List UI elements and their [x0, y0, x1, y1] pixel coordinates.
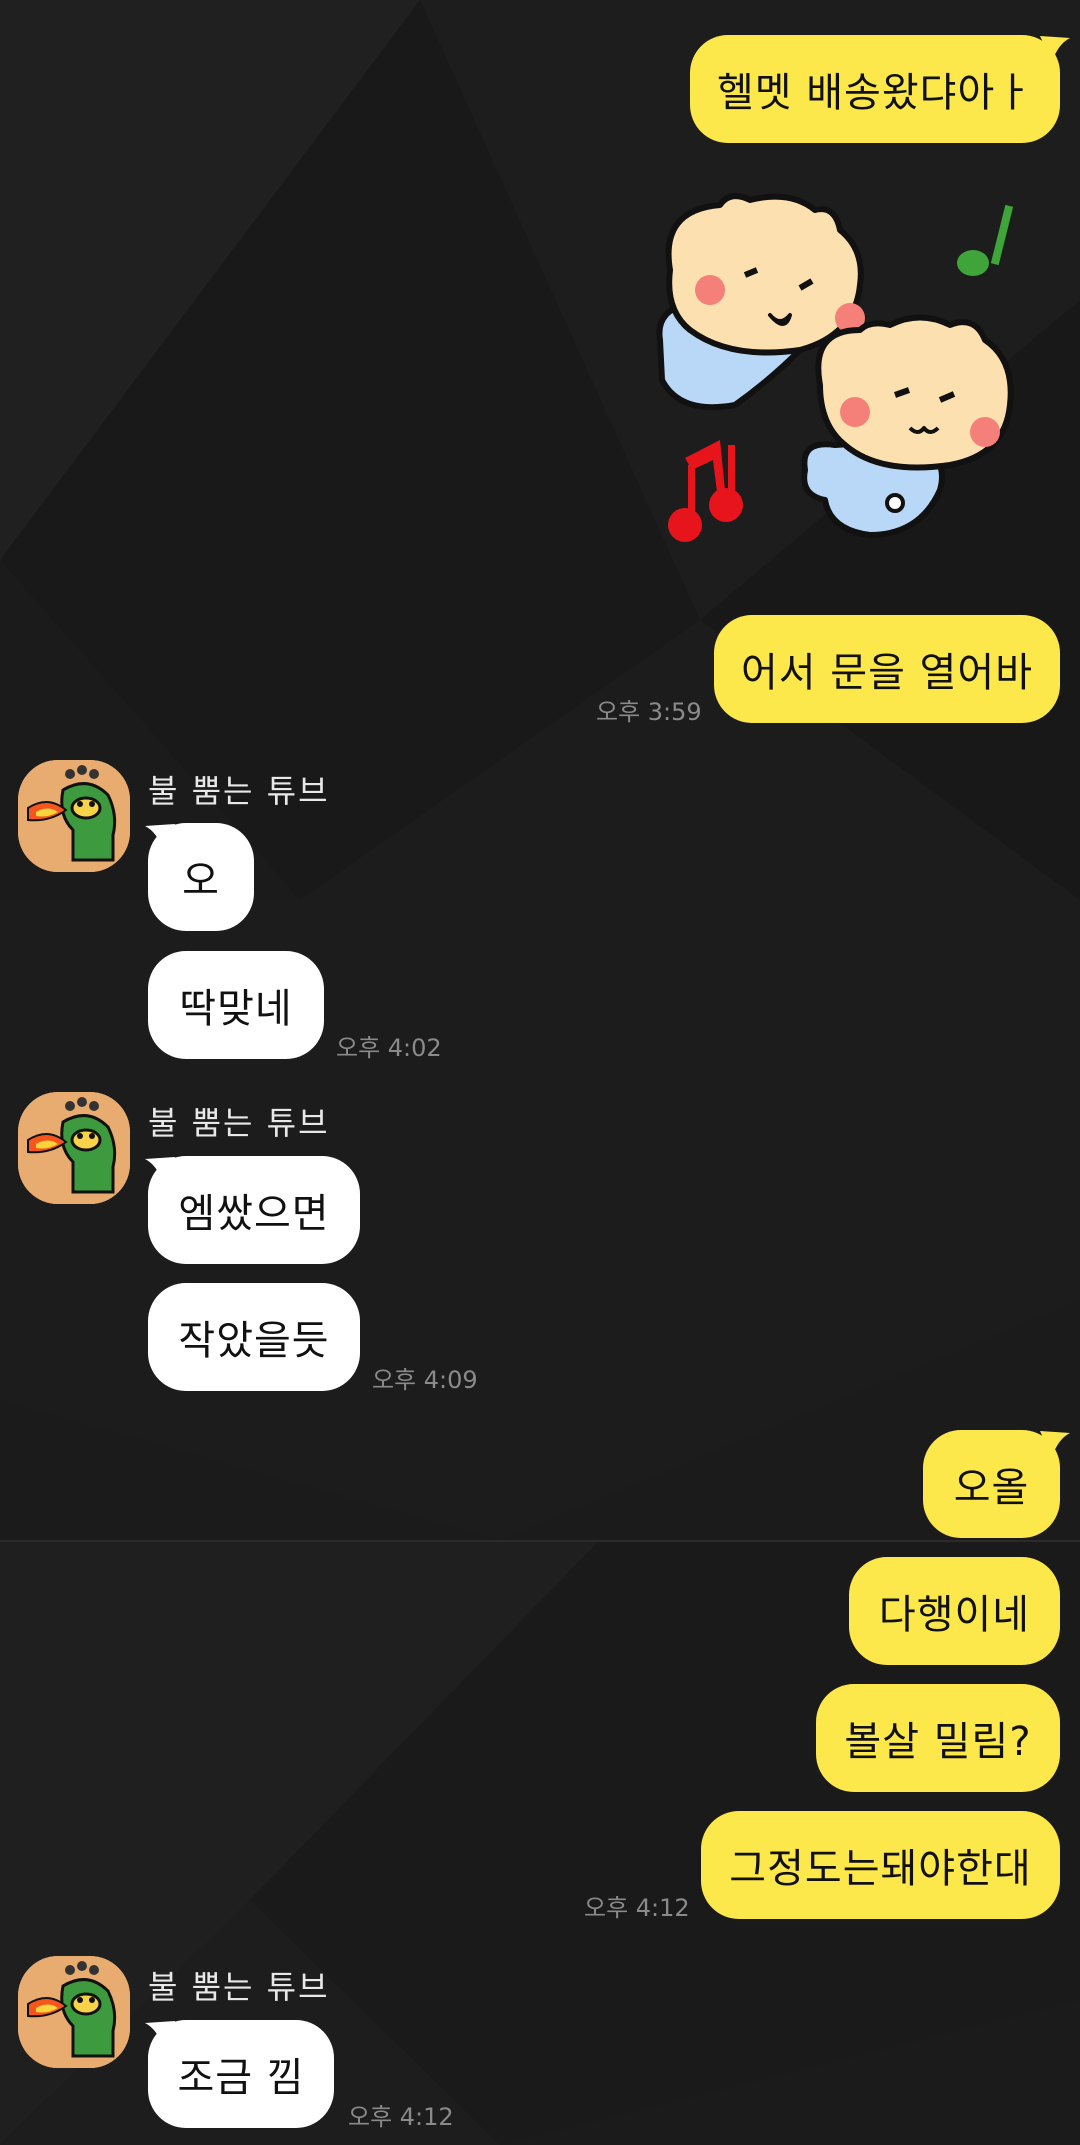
friend-avatar[interactable] [18, 1092, 130, 1204]
message-text: 어서 문을 열어바 [740, 650, 1034, 696]
fire-breathing-tube-avatar-icon [18, 1956, 130, 2068]
message-text: 조금 낌 [177, 2055, 305, 2101]
red-music-note-icon [668, 440, 743, 542]
friend-avatar[interactable] [18, 760, 130, 872]
message-timestamp: 오후 4:02 [336, 1034, 442, 1062]
my-message-bubble[interactable]: 헬멧 배송왔댜아ㅏ [690, 35, 1060, 143]
message-text: 볼살 밀림? [844, 1719, 1032, 1765]
my-message-bubble[interactable]: 그정도는돼야한대 [701, 1811, 1060, 1919]
message-text: 오올 [953, 1465, 1030, 1511]
friend-message-bubble[interactable]: 엠쌌으면 [148, 1156, 360, 1264]
message-text: 엠쌌으면 [178, 1191, 330, 1237]
message-text: 헬멧 배송왔댜아ㅏ [716, 70, 1034, 116]
friend-message-bubble[interactable]: 딱맞네 [148, 951, 324, 1059]
friend-name: 불 뿜는 튜브 [148, 1104, 330, 1142]
message-timestamp: 오후 3:59 [596, 698, 702, 726]
chat-divider [0, 1540, 1080, 1542]
my-message-bubble[interactable]: 다행이네 [849, 1557, 1060, 1665]
friend-name: 불 뿜는 튜브 [148, 1968, 330, 2006]
message-text: 작았을듯 [178, 1318, 330, 1364]
message-timestamp: 오후 4:12 [584, 1894, 690, 1922]
friend-avatar[interactable] [18, 1956, 130, 2068]
friend-message-bubble[interactable]: 오 [148, 823, 254, 931]
my-message-bubble[interactable]: 어서 문을 열어바 [714, 615, 1060, 723]
friend-name: 불 뿜는 튜브 [148, 772, 330, 810]
message-text: 다행이네 [878, 1592, 1031, 1638]
green-music-note-icon [957, 204, 1014, 276]
friend-message-bubble[interactable]: 작았을듯 [148, 1283, 360, 1391]
fire-breathing-tube-avatar-icon [18, 1092, 130, 1204]
bubble-tail-icon [1040, 36, 1070, 62]
bubble-tail-icon [1040, 1431, 1070, 1457]
friend-message-bubble[interactable]: 조금 낌 [148, 2020, 334, 2128]
message-timestamp: 오후 4:09 [372, 1366, 478, 1394]
message-text: 그정도는돼야한대 [729, 1846, 1032, 1892]
message-timestamp: 오후 4:12 [348, 2103, 454, 2131]
my-message-bubble[interactable]: 볼살 밀림? [816, 1684, 1060, 1792]
message-text: 딱맞네 [179, 986, 293, 1032]
fire-breathing-tube-avatar-icon [18, 760, 130, 872]
two-bears-music-sticker[interactable] [650, 190, 1040, 570]
message-text: 오 [182, 858, 220, 904]
